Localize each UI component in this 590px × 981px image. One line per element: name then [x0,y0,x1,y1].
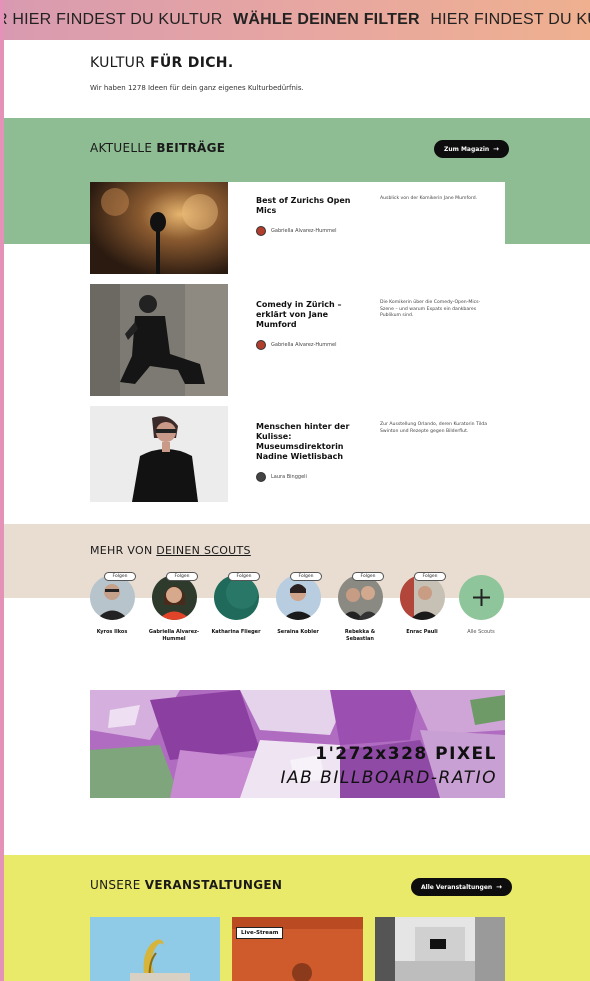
event-card[interactable]: Live-Stream [232,917,363,981]
articles-heading-light: AKTUELLE [90,141,157,155]
follow-button[interactable]: Folgen [290,572,322,581]
article-description: Ausblick von der Komikerin Jane Mumford. [380,196,478,201]
article-author-name: Gabriella Alvarez-Hummel [271,342,337,348]
billboard-line1: 1'272x328 PIXEL [315,744,497,764]
article-card[interactable]: Best of Zurichs Open Mics Gabriella Alva… [90,182,505,274]
event-card[interactable] [90,917,220,981]
live-stream-badge: Live-Stream [236,927,284,939]
article-title[interactable]: Best of Zurichs Open Mics [256,196,356,216]
scout-item[interactable]: Folgen Seraina Kobler [268,572,328,636]
avatar [256,340,266,350]
scouts-heading-link[interactable]: DEINEN SCOUTS [156,544,251,557]
billboard-line2: IAB BILLBOARD-RATIO [280,768,497,788]
event-image-sculpture [90,917,220,981]
scout-item[interactable]: Folgen Katharina Flieger [206,572,266,636]
articles-heading: AKTUELLE BEITRÄGE [90,141,225,155]
article-author-name: Laura Binggeli [271,474,307,480]
scout-name: Gabriella Alvarez-Hummel [148,629,200,642]
ticker-segment: R HIER FINDEST DU KULTUR [0,11,223,28]
page-title: KULTUR FÜR DICH. [90,55,233,71]
scout-name: Seraina Kobler [277,629,319,635]
avatar [213,575,259,620]
avatar [337,575,383,620]
page-frame [0,0,4,981]
avatar [275,575,321,620]
article-title[interactable]: Menschen hinter der Kulisse: Museumsdire… [256,422,356,462]
scout-item[interactable]: Folgen Kyros Ilkos [82,572,142,636]
scout-item[interactable]: Folgen Rebekka & Sebastian [330,572,390,643]
article-image-portrait [90,406,228,502]
all-events-button[interactable]: Alle Veranstaltungen → [411,878,513,896]
follow-button[interactable]: Folgen [414,572,446,581]
article-card[interactable]: Comedy in Zürich – erklärt von Jane Mumf… [90,284,505,396]
article-author[interactable]: Laura Binggeli [256,472,307,482]
scouts-heading-light: MEHR VON [90,544,157,557]
follow-button[interactable]: Folgen [228,572,260,581]
marquee-ticker[interactable]: R HIER FINDEST DU KULTUR WÄHLE DEINEN FI… [0,0,590,40]
article-image-comedian [90,284,228,396]
article-card[interactable]: Menschen hinter der Kulisse: Museumsdire… [90,406,505,502]
magazine-button-label: Zum Magazin [444,146,490,153]
arrow-right-icon: → [493,145,500,153]
article-author[interactable]: Gabriella Alvarez-Hummel [256,340,336,350]
avatar [151,575,197,620]
scout-name: Rebekka & Sebastian [344,629,376,642]
scout-item[interactable]: Folgen Enrac Pauli [392,572,452,636]
scout-name: Katharina Flieger [211,629,261,635]
page-title-bold: FÜR DICH. [150,55,234,71]
events-heading: UNSERE VERANSTALTUNGEN [90,878,282,892]
follow-button[interactable]: Folgen [104,572,136,581]
avatar [89,575,135,620]
page-title-light: KULTUR [90,55,151,71]
event-card[interactable] [375,917,505,981]
follow-button[interactable]: Folgen [352,572,384,581]
avatar [256,226,266,236]
scout-item[interactable]: Folgen Gabriella Alvarez-Hummel [144,572,204,643]
scout-name: Kyros Ilkos [96,629,128,635]
arrow-right-icon: → [496,883,503,891]
event-image-gallery [375,917,505,981]
plus-icon [458,575,504,620]
ticker-segment: HIER FINDEST DU KULT [430,11,590,28]
article-image-microphone [90,182,228,274]
scout-name: Enrac Pauli [406,629,438,635]
article-author-name: Gabriella Alvarez-Hummel [271,228,337,234]
follow-button[interactable]: Folgen [166,572,198,581]
avatar [256,472,266,482]
intro-text: Wir haben 1278 Ideen für dein ganz eigen… [90,84,304,92]
ticker-filter-link[interactable]: WÄHLE DEINEN FILTER [233,11,420,28]
events-heading-light: UNSERE [90,878,145,892]
magazine-button[interactable]: Zum Magazin → [434,140,510,158]
avatar [399,575,445,620]
article-description: Zur Ausstellung Orlando, deren Kuratorin… [380,422,488,434]
all-events-button-label: Alle Veranstaltungen [421,884,493,891]
all-scouts-label: Alle Scouts [467,629,495,635]
billboard-ad[interactable]: 1'272x328 PIXEL IAB BILLBOARD-RATIO [90,690,505,798]
article-author[interactable]: Gabriella Alvarez-Hummel [256,226,336,236]
article-description: Die Komikerin über die Comedy-Open-Mics-… [380,300,481,318]
all-scouts-button[interactable]: Alle Scouts [451,575,511,636]
article-title[interactable]: Comedy in Zürich – erklärt von Jane Mumf… [256,300,356,330]
scouts-heading: MEHR VON DEINEN SCOUTS [90,544,251,557]
events-heading-bold: VERANSTALTUNGEN [144,878,283,892]
articles-heading-bold: BEITRÄGE [156,141,226,155]
